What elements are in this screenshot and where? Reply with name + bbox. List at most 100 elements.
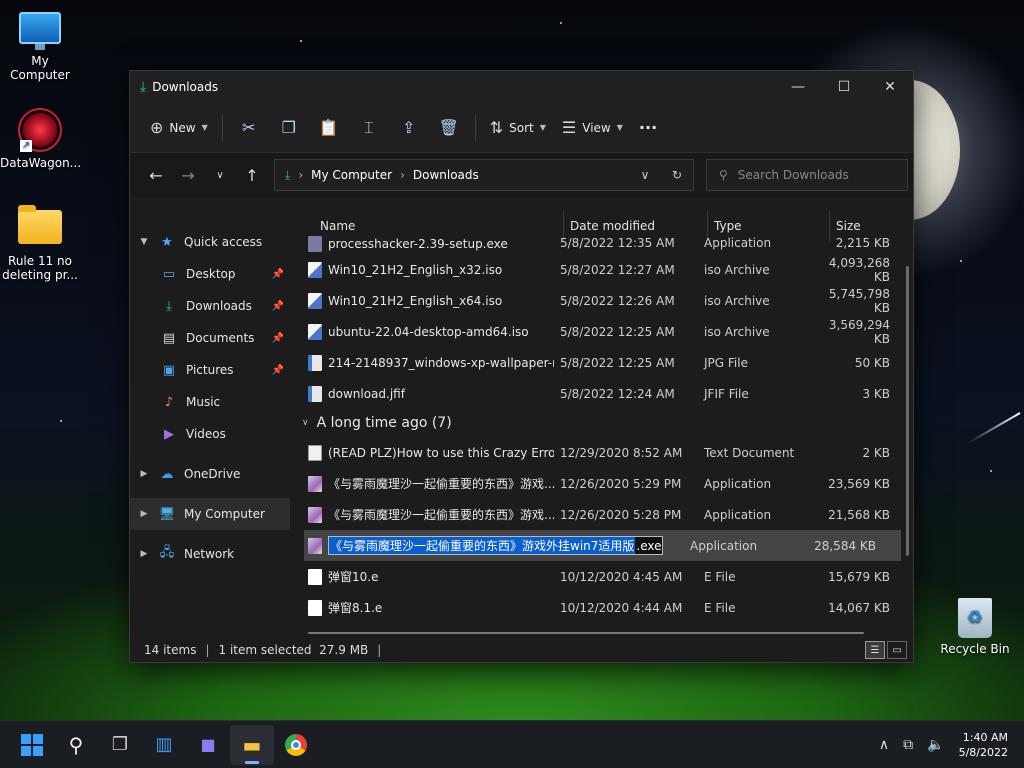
file-row[interactable]: ubuntu-22.04-desktop-amd64.iso 5/8/2022 … — [290, 316, 901, 347]
arrow-right-icon: → — [181, 165, 195, 185]
window-controls: — ☐ ✕ — [775, 71, 913, 103]
file-row[interactable]: download.jfif 5/8/2022 12:24 AM JFIF Fil… — [290, 378, 901, 409]
address-bar[interactable]: ⤓ › My Computer › Downloads ∨ ↻ — [274, 159, 694, 191]
file-row[interactable]: 弹窗8.1.e 10/12/2020 4:44 AM E File 14,067… — [290, 592, 901, 623]
nav-my-computer[interactable]: ▶ 🖥 My Computer — [130, 498, 290, 530]
computer-icon — [19, 12, 61, 50]
maximize-button[interactable]: ☐ — [821, 71, 867, 103]
shortcut-arrow-icon: ↗ — [20, 140, 32, 152]
wallpaper-star — [560, 22, 562, 24]
chevron-down-icon: ▼ — [616, 123, 623, 132]
desktop-icon-label: DataWagon... — [0, 156, 82, 170]
nav-desktop[interactable]: ▭ Desktop 📌 — [130, 258, 290, 290]
group-header-long-time-ago[interactable]: ∨ A long time ago (7) — [290, 409, 901, 437]
breadcrumb-my-computer[interactable]: My Computer — [311, 168, 392, 182]
show-hidden-icons-button[interactable]: ∧ — [879, 737, 889, 753]
nav-label: My Computer — [184, 507, 265, 521]
network-icon[interactable]: ⧉ — [903, 737, 913, 753]
group-label: A long time ago (7) — [316, 415, 452, 431]
delete-button[interactable]: 🗑 — [429, 112, 469, 144]
chevron-down-icon: ∨ — [302, 418, 309, 428]
minimize-button[interactable]: — — [775, 71, 821, 103]
image-file-icon — [308, 385, 322, 402]
nav-downloads[interactable]: ⤓ Downloads 📌 — [130, 290, 290, 322]
start-button[interactable] — [10, 725, 54, 765]
copy-button[interactable]: ❐ — [269, 112, 309, 144]
file-row[interactable]: (READ PLZ)How to use this Crazy Error pr… — [290, 437, 901, 468]
new-button[interactable]: ⊕ New ▼ — [142, 112, 216, 144]
file-type: iso Archive — [704, 293, 770, 308]
file-row[interactable]: 弹窗10.e 10/12/2020 4:45 AM E File 15,679 … — [290, 561, 901, 592]
tiles-view-icon: ▭ — [892, 644, 902, 656]
rename-extension: .exe — [636, 538, 662, 553]
desktop-icon-rule-folder[interactable]: Rule 11 no deleting pr... — [0, 205, 80, 282]
file-date: 5/8/2022 12:24 AM — [560, 386, 675, 401]
search-taskbar-button[interactable]: ⚲ — [54, 725, 98, 765]
nav-quick-access[interactable]: ▼ ★ Quick access — [130, 226, 290, 258]
close-button[interactable]: ✕ — [867, 71, 913, 103]
item-count: 14 items — [144, 643, 197, 657]
desktop-icon-recycle-bin[interactable]: ♻ Recycle Bin — [935, 598, 1015, 656]
file-name: processhacker-2.39-setup.exe — [328, 237, 508, 251]
file-row[interactable]: Win10_21H2_English_x64.iso 5/8/2022 12:2… — [290, 285, 901, 316]
file-type: E File — [704, 569, 736, 584]
pin-icon: 📌 — [271, 268, 284, 280]
file-row-selected-renaming[interactable]: 《与雾雨魔理沙一起偷重要的东西》游戏外挂win7适用版 .exe Applica… — [304, 530, 901, 561]
file-row[interactable]: processhacker-2.39-setup.exe 5/8/2022 12… — [290, 236, 901, 254]
title-bar[interactable]: ⤓ Downloads — ☐ ✕ — [130, 71, 913, 103]
details-view-button[interactable]: ☰ — [865, 641, 885, 659]
more-options-button[interactable]: ··· — [631, 112, 665, 144]
address-history-button[interactable]: ∨ — [629, 168, 661, 182]
cloud-icon: ☁ — [160, 466, 174, 482]
nav-documents[interactable]: ▤ Documents 📌 — [130, 322, 290, 354]
toolbar-divider — [474, 114, 476, 141]
folder-icon — [18, 205, 62, 244]
desktop-icon-datawagon[interactable]: ↗ DataWagon... — [0, 108, 82, 170]
clock[interactable]: 1:40 AM 5/8/2022 — [959, 730, 1008, 760]
widgets-button[interactable]: ▥ — [142, 725, 186, 765]
refresh-button[interactable]: ↻ — [661, 168, 693, 182]
view-button[interactable]: ☰ View ▼ — [554, 112, 631, 144]
taskbar: ⚲ ❐ ▥ ■ ▬ ∧ ⧉ 🔈 1:40 AM 5/8/2022 — [0, 720, 1024, 768]
search-input[interactable] — [737, 168, 888, 182]
back-button[interactable]: ← — [140, 160, 172, 190]
nav-onedrive[interactable]: ▶ ☁ OneDrive — [130, 458, 290, 490]
nav-network[interactable]: ▶ 🖧 Network — [130, 538, 290, 570]
file-row[interactable]: 《与雾雨魔理沙一起偷重要的东西》游戏... 12/26/2020 5:29 PM… — [290, 468, 901, 499]
forward-button[interactable]: → — [172, 160, 204, 190]
volume-icon[interactable]: 🔈 — [927, 737, 944, 753]
recycle-bin-icon: ♻ — [958, 598, 992, 638]
vertical-scrollbar[interactable] — [906, 266, 909, 556]
horizontal-scrollbar[interactable] — [308, 632, 864, 634]
share-button[interactable]: ⇪ — [389, 112, 429, 144]
search-box[interactable]: ⚲ — [706, 159, 908, 191]
download-icon: ⤓ — [166, 298, 172, 314]
up-button[interactable]: ↑ — [236, 160, 268, 190]
file-rows: processhacker-2.39-setup.exe 5/8/2022 12… — [290, 236, 901, 623]
paste-button[interactable]: 📋 — [309, 112, 349, 144]
recent-locations-button[interactable]: ∨ — [204, 160, 236, 190]
nav-pictures[interactable]: ▣ Pictures 📌 — [130, 354, 290, 386]
rename-input[interactable]: 《与雾雨魔理沙一起偷重要的东西》游戏外挂win7适用版 .exe — [328, 536, 663, 555]
iso-file-icon — [308, 292, 322, 309]
file-explorer-taskbar-button[interactable]: ▬ — [230, 724, 274, 765]
nav-videos[interactable]: ▶ Videos — [130, 418, 290, 450]
chat-button[interactable]: ■ — [186, 725, 230, 765]
breadcrumb-downloads[interactable]: Downloads — [413, 168, 479, 182]
file-row[interactable]: 214-2148937_windows-xp-wallpaper-nig... … — [290, 347, 901, 378]
file-size: 15,679 KB — [828, 569, 890, 584]
file-row[interactable]: 《与雾雨魔理沙一起偷重要的东西》游戏... 12/26/2020 5:28 PM… — [290, 499, 901, 530]
breadcrumb-separator: › — [400, 168, 405, 182]
file-row[interactable]: Win10_21H2_English_x32.iso 5/8/2022 12:2… — [290, 254, 901, 285]
sort-button[interactable]: ⇅ Sort ▼ — [482, 112, 554, 144]
nav-music[interactable]: ♪ Music — [130, 386, 290, 418]
rename-button[interactable]: ⌶ — [349, 112, 389, 144]
tiles-view-button[interactable]: ▭ — [887, 641, 907, 659]
wallpaper-star — [60, 420, 62, 422]
chrome-taskbar-button[interactable] — [274, 725, 318, 765]
desktop-icon-my-computer[interactable]: My Computer — [0, 12, 80, 82]
task-view-button[interactable]: ❐ — [98, 725, 142, 765]
iso-file-icon — [308, 323, 322, 340]
file-name: 《与雾雨魔理沙一起偷重要的东西》游戏... — [328, 477, 554, 491]
cut-button[interactable]: ✂ — [229, 112, 269, 144]
